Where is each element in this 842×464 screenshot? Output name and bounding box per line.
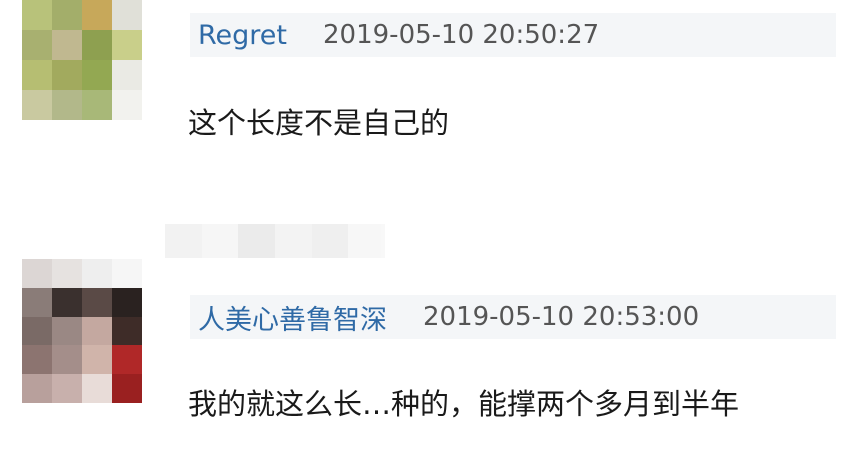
avatar-pixel — [82, 0, 112, 30]
avatar-pixel — [82, 316, 112, 346]
avatar-pixel — [112, 30, 142, 60]
avatar[interactable] — [22, 259, 142, 403]
avatar-pixel — [112, 0, 142, 30]
avatar-pixel — [82, 287, 112, 317]
avatar-pixel — [112, 316, 142, 346]
avatar-pixel — [22, 30, 52, 60]
avatar-pixel — [112, 345, 142, 375]
avatar-pixel — [82, 30, 112, 60]
avatar-pixel — [112, 287, 142, 317]
username-link[interactable]: Regret — [190, 20, 287, 51]
avatar-pixel — [22, 259, 52, 288]
avatar-pixel — [22, 0, 52, 30]
avatar-pixel — [22, 60, 52, 90]
avatar-pixel — [52, 259, 82, 288]
avatar-pixel — [82, 90, 112, 120]
avatar-pixel — [22, 287, 52, 317]
blur-block — [311, 224, 349, 258]
avatar-pixel — [112, 90, 142, 120]
comment-1: Regret 2019-05-10 20:50:27 这个长度不是自己的 — [0, 0, 842, 200]
avatar-pixel — [112, 60, 142, 90]
blur-block — [275, 224, 312, 258]
comment-header: 人美心善鲁智深 2019-05-10 20:53:00 — [190, 295, 836, 339]
avatar-pixel — [22, 345, 52, 375]
comment-2: 人美心善鲁智深 2019-05-10 20:53:00 我的就这么长…种的，能撑… — [0, 255, 842, 464]
avatar-pixel — [82, 60, 112, 90]
avatar-pixel — [52, 316, 82, 346]
comment-timestamp: 2019-05-10 20:53:00 — [423, 302, 700, 332]
avatar-pixel — [112, 374, 142, 403]
avatar-pixel — [82, 259, 112, 288]
avatar[interactable] — [22, 0, 142, 120]
comment-text: 这个长度不是自己的 — [188, 106, 450, 140]
avatar-pixel — [52, 90, 82, 120]
comment-text: 我的就这么长…种的，能撑两个多月到半年 — [188, 387, 740, 421]
blur-block — [165, 224, 202, 258]
blur-block — [201, 224, 239, 258]
avatar-pixel — [112, 259, 142, 288]
avatar-pixel — [22, 316, 52, 346]
username-link[interactable]: 人美心善鲁智深 — [190, 298, 387, 337]
avatar-pixel — [52, 374, 82, 403]
comment-timestamp: 2019-05-10 20:50:27 — [323, 20, 600, 50]
comment-header: Regret 2019-05-10 20:50:27 — [190, 13, 836, 57]
avatar-pixel — [82, 345, 112, 375]
avatar-pixel — [22, 374, 52, 403]
blur-block — [348, 224, 386, 258]
avatar-pixel — [52, 0, 82, 30]
avatar-pixel — [22, 90, 52, 120]
avatar-pixel — [82, 374, 112, 403]
avatar-pixel — [52, 30, 82, 60]
blur-block — [238, 224, 276, 258]
avatar-pixel — [52, 287, 82, 317]
blurred-content — [165, 224, 386, 258]
avatar-pixel — [52, 60, 82, 90]
avatar-pixel — [52, 345, 82, 375]
